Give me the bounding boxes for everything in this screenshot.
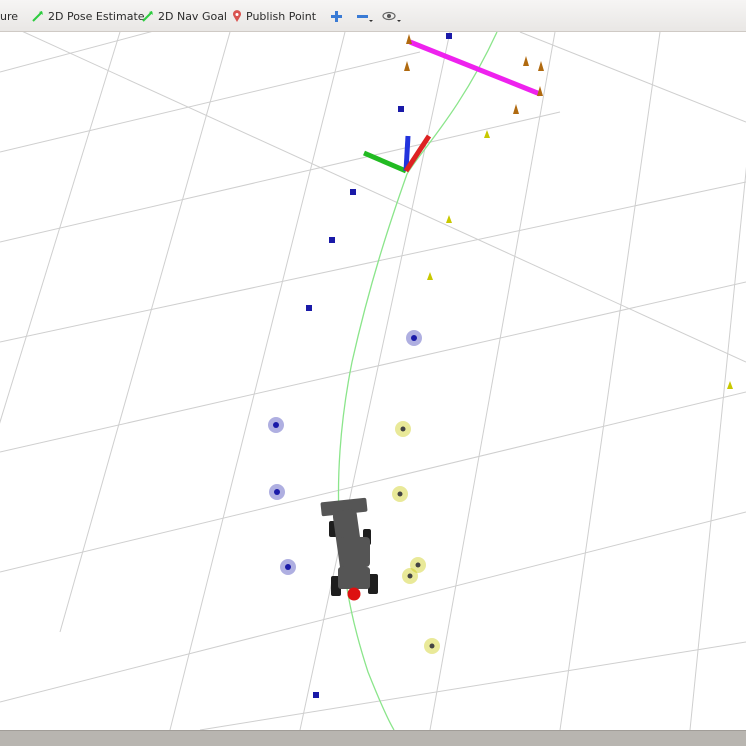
grid-line bbox=[429, 32, 556, 730]
tool-2d-pose-estimate[interactable]: 2D Pose Estimate bbox=[32, 0, 145, 32]
blue-cone bbox=[313, 692, 319, 698]
grid-line bbox=[0, 181, 746, 343]
scene-render bbox=[0, 32, 746, 730]
grid-line bbox=[0, 51, 421, 153]
map-pin-icon bbox=[232, 9, 242, 23]
yellow-cone bbox=[427, 272, 433, 280]
yellow-cone bbox=[727, 381, 733, 389]
rviz-toolbar: ure 2D Pose Estimate 2D Nav Goal Publish… bbox=[0, 0, 746, 32]
eye-icon bbox=[382, 10, 402, 23]
car-sidepod bbox=[340, 537, 370, 567]
grid-line bbox=[0, 391, 746, 573]
blue-cone bbox=[274, 489, 280, 495]
grid-line bbox=[59, 32, 231, 633]
tool-2d-nav-goal[interactable]: 2D Nav Goal bbox=[142, 0, 227, 32]
yellow-cone bbox=[400, 426, 406, 432]
3d-viewport[interactable] bbox=[0, 32, 746, 730]
grid-line bbox=[0, 32, 152, 73]
tool-2d-pose-estimate-label: 2D Pose Estimate bbox=[48, 9, 145, 23]
goal-line bbox=[409, 39, 541, 97]
grid-line bbox=[169, 32, 346, 730]
blue-cone bbox=[285, 564, 291, 570]
tool-select-label: ure bbox=[0, 9, 19, 23]
yellow-cone bbox=[407, 573, 413, 579]
orange-cone bbox=[523, 56, 529, 66]
target-axes bbox=[363, 134, 432, 174]
status-bar bbox=[0, 730, 746, 746]
grid-line bbox=[559, 32, 661, 730]
car-rear bbox=[338, 567, 370, 589]
grid-line bbox=[0, 281, 746, 453]
minus-icon bbox=[356, 10, 374, 23]
blue-cone bbox=[446, 33, 452, 39]
blue-cone bbox=[306, 305, 312, 311]
tool-publish-point-label: Publish Point bbox=[246, 9, 317, 23]
grid-line bbox=[199, 641, 746, 730]
green-arrow-icon bbox=[32, 10, 44, 22]
grid-line bbox=[22, 32, 746, 363]
race-car bbox=[320, 497, 378, 601]
tool-publish-point[interactable]: Publish Point bbox=[232, 0, 316, 32]
tool-select[interactable]: ure bbox=[0, 0, 18, 32]
orange-cone bbox=[406, 34, 412, 44]
blue-cone bbox=[329, 237, 335, 243]
blue-cone bbox=[273, 422, 279, 428]
tool-2d-nav-goal-label: 2D Nav Goal bbox=[158, 9, 227, 23]
grid-line bbox=[0, 32, 121, 424]
zoom-in-button[interactable] bbox=[330, 0, 343, 32]
yellow-cone bbox=[446, 215, 452, 223]
blue-cone bbox=[411, 335, 417, 341]
orange-cone bbox=[513, 104, 519, 114]
orange-cone bbox=[404, 61, 410, 71]
orange-cone bbox=[538, 61, 544, 71]
green-arrow-icon bbox=[142, 10, 154, 22]
cone-markers bbox=[268, 33, 733, 698]
yellow-cone bbox=[397, 491, 403, 497]
grid-line bbox=[519, 32, 746, 123]
yellow-cone bbox=[484, 130, 490, 138]
yellow-cone bbox=[415, 562, 421, 568]
zoom-out-button[interactable] bbox=[356, 0, 374, 32]
view-button[interactable] bbox=[382, 0, 402, 32]
grid-line bbox=[689, 166, 746, 730]
ground-grid bbox=[0, 32, 746, 730]
planned-path bbox=[337, 32, 498, 730]
blue-cone bbox=[398, 106, 404, 112]
grid-line bbox=[0, 511, 746, 703]
axis-y bbox=[363, 150, 407, 174]
yellow-cone bbox=[429, 643, 435, 649]
car-nose bbox=[347, 587, 361, 601]
plus-icon bbox=[330, 10, 343, 23]
blue-cone bbox=[350, 189, 356, 195]
